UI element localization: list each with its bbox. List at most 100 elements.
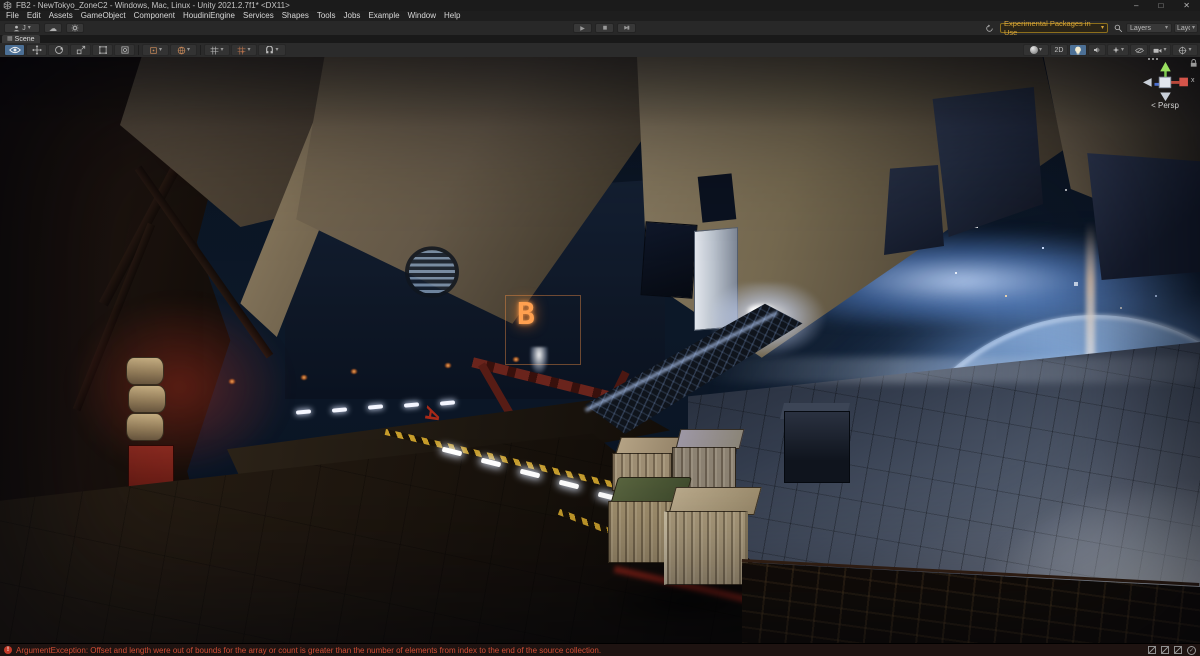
scale-tool-button[interactable] (70, 44, 91, 56)
scene-tab-label: Scene (15, 36, 35, 43)
menu-item[interactable]: Example (364, 11, 403, 21)
rect-tool-button[interactable] (92, 44, 113, 56)
grid-visibility-dropdown[interactable]: ▾ (204, 44, 230, 56)
gizmos-icon (1178, 46, 1187, 55)
chevron-down-icon: ▾ (187, 47, 190, 53)
deck-machinery-box (784, 411, 850, 483)
chevron-down-icon: ▾ (159, 47, 162, 53)
cargo-barrel (126, 357, 164, 385)
chevron-down-icon: ▾ (28, 25, 31, 31)
unity-logo-icon (3, 1, 12, 10)
gizmos-dropdown[interactable]: ▾ (1172, 44, 1198, 56)
move-tool-button[interactable] (26, 44, 47, 56)
menu-item[interactable]: HoudiniEngine (179, 11, 239, 21)
play-icon: ▶ (580, 25, 585, 32)
chevron-down-icon: ▾ (1165, 25, 1168, 31)
scene-viewport[interactable]: B A (0, 57, 1200, 643)
circular-vent-grille (405, 246, 459, 297)
minimize-button[interactable]: – (1134, 0, 1138, 11)
pause-button[interactable]: ▮▮ (595, 23, 614, 33)
scale-icon (76, 45, 86, 55)
lighting-toggle-button[interactable] (1069, 44, 1087, 56)
refresh-button[interactable] (982, 23, 996, 33)
chevron-down-icon: ▾ (1188, 47, 1191, 53)
title-bar: FB2 - NewTokyo_ZoneC2 - Windows, Mac, Li… (0, 0, 1200, 11)
sign-lamp-glow (530, 347, 548, 373)
person-icon (13, 25, 20, 32)
unity-editor-window: FB2 - NewTokyo_ZoneC2 - Windows, Mac, Li… (0, 0, 1200, 656)
sync-check-icon[interactable]: ✓ (1187, 646, 1196, 655)
pause-icon: ▮▮ (603, 25, 607, 31)
snap-increment-dropdown[interactable]: ▾ (258, 44, 286, 56)
console-error-message[interactable]: ArgumentException: Offset and length wer… (16, 646, 601, 655)
error-icon: ! (4, 646, 12, 654)
menu-item[interactable]: Assets (45, 11, 77, 21)
chevron-down-icon: ▾ (1039, 47, 1042, 53)
menu-item[interactable]: File (2, 11, 23, 21)
menu-item[interactable]: Window (404, 11, 440, 21)
layers-dropdown[interactable]: Layers ▾ (1126, 23, 1172, 33)
handle-rotation-dropdown[interactable]: ▾ (170, 44, 197, 56)
layout-dropdown[interactable]: Layout ▾ (1174, 23, 1198, 33)
crate-top (676, 429, 745, 449)
toolbar-divider (200, 45, 201, 55)
chevron-down-icon: ▾ (1192, 25, 1195, 31)
menu-item[interactable]: Tools (313, 11, 340, 21)
eye-slash-icon (1135, 47, 1144, 54)
close-button[interactable]: ✕ (1183, 0, 1190, 11)
account-button[interactable]: J ▾ (4, 23, 40, 33)
orientation-gizmo[interactable] (1130, 59, 1200, 103)
menu-item[interactable]: Help (440, 11, 464, 21)
pivot-mode-dropdown[interactable]: ▾ (142, 44, 169, 56)
menu-item[interactable]: Services (239, 11, 278, 21)
menu-item[interactable]: Jobs (340, 11, 365, 21)
effects-dropdown[interactable]: ▾ (1107, 44, 1129, 56)
search-button[interactable] (1112, 23, 1124, 33)
layout-label: Layout (1177, 25, 1190, 32)
perspective-mode-label[interactable]: < Persp (1130, 101, 1200, 110)
rotate-icon (54, 45, 64, 55)
rect-icon (98, 45, 108, 55)
pivot-icon (149, 46, 158, 55)
grid-snap-dropdown[interactable]: ▾ (231, 44, 257, 56)
audio-toggle-button[interactable] (1088, 44, 1106, 56)
grid-icon (210, 46, 219, 55)
settings-button[interactable] (66, 23, 84, 33)
magnet-icon (265, 46, 274, 55)
hanging-panel (698, 173, 737, 222)
status-bar[interactable]: ! ArgumentException: Offset and length w… (0, 643, 1200, 656)
step-icon: ▶▮ (624, 25, 629, 31)
speaker-icon (1093, 46, 1101, 54)
process-status-icon[interactable] (1174, 646, 1182, 654)
crate (664, 511, 748, 585)
step-button[interactable]: ▶▮ (617, 23, 636, 33)
cloud-icon: ☁ (49, 24, 57, 33)
2d-toggle-button[interactable]: 2D (1050, 44, 1068, 56)
menu-item[interactable]: Component (130, 11, 179, 21)
move-icon (32, 45, 42, 55)
rotate-tool-button[interactable] (48, 44, 69, 56)
cache-server-icon[interactable] (1161, 646, 1169, 654)
experimental-packages-badge[interactable]: Experimental Packages in Use ▾ (1000, 23, 1108, 33)
window-title: FB2 - NewTokyo_ZoneC2 - Windows, Mac, Li… (16, 1, 290, 10)
hanging-pod (884, 165, 944, 255)
camera-settings-dropdown[interactable]: ▾ (1149, 44, 1171, 56)
orange-marker-light (350, 369, 358, 374)
transform-icon (120, 45, 130, 55)
menu-item[interactable]: GameObject (77, 11, 130, 21)
menu-item[interactable]: Edit (23, 11, 45, 21)
scene-visibility-button[interactable] (1130, 44, 1148, 56)
transform-tool-button[interactable] (114, 44, 135, 56)
cargo-barrel (128, 385, 166, 413)
background-task-icon[interactable] (1148, 646, 1156, 654)
maximize-button[interactable]: □ (1158, 0, 1163, 11)
tab-scene[interactable]: ▦ Scene (2, 35, 40, 43)
menu-item[interactable]: Shapes (278, 11, 313, 21)
2d-label: 2D (1055, 47, 1064, 54)
chevron-down-icon: ▾ (220, 47, 223, 53)
play-button[interactable]: ▶ (573, 23, 592, 33)
orange-marker-light (512, 357, 520, 362)
draw-mode-dropdown[interactable]: ▾ (1023, 44, 1049, 56)
view-tool-button[interactable] (4, 44, 25, 56)
cloud-button[interactable]: ☁ (44, 23, 62, 33)
